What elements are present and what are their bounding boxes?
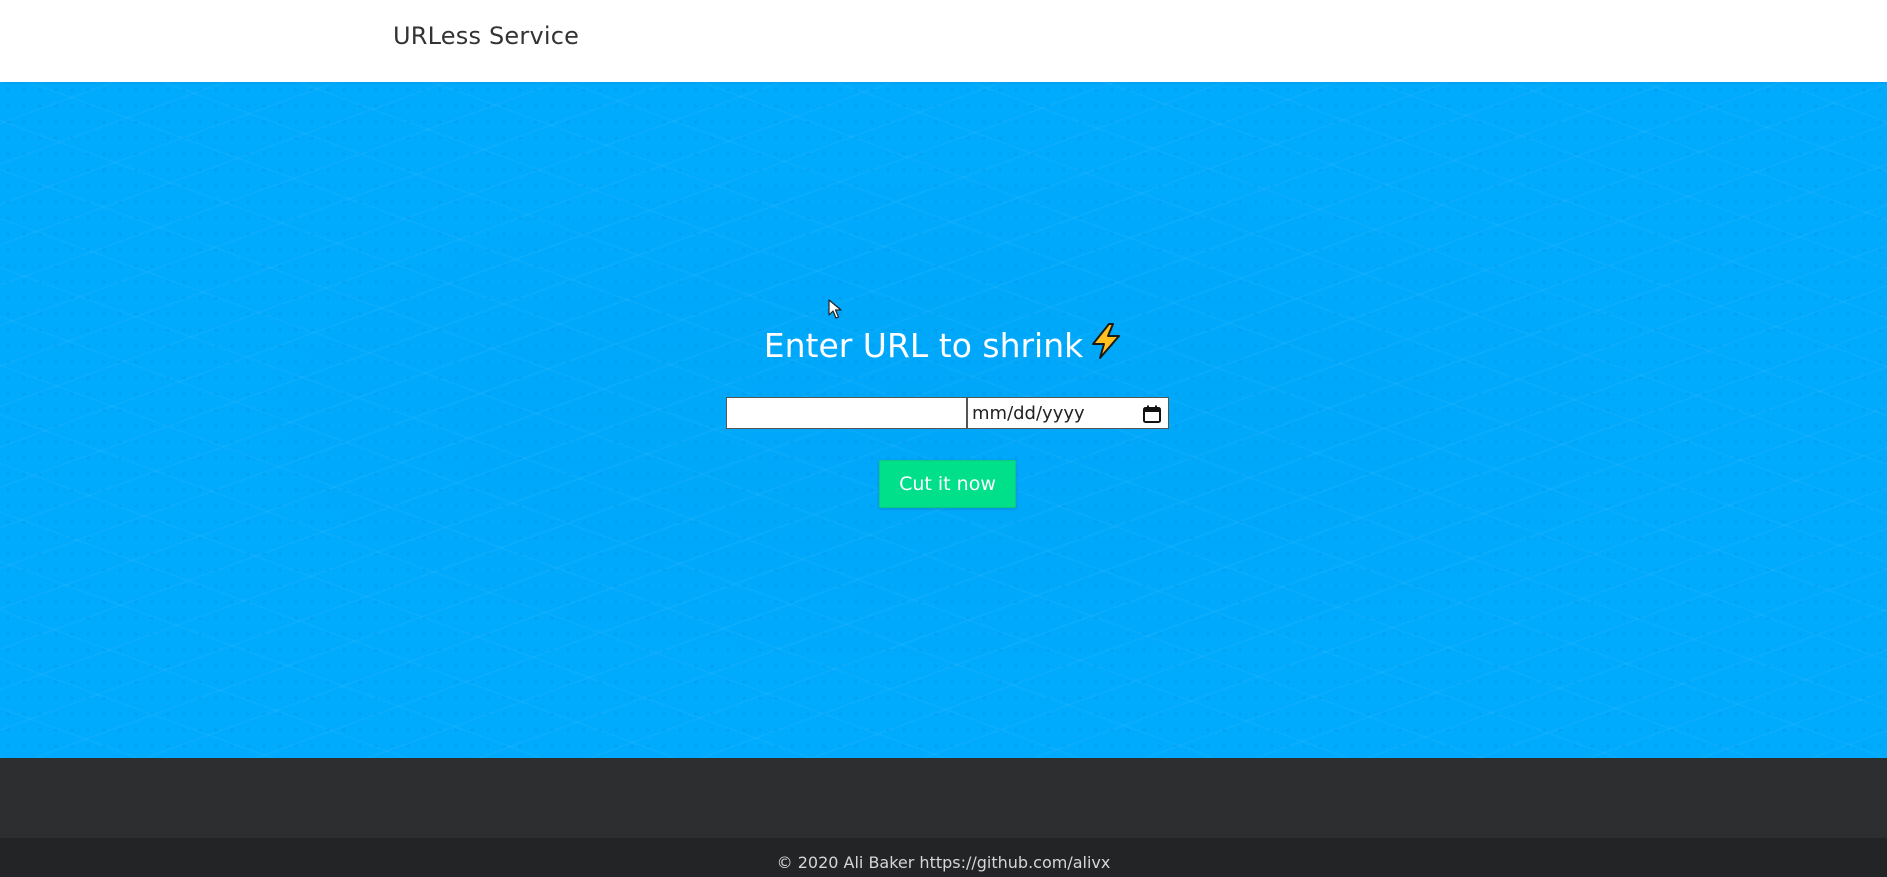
url-input[interactable]: [726, 397, 967, 429]
hero-section: Enter URL to shrink mm/dd/yyyy Cut it no…: [0, 82, 1887, 758]
hero-title: Enter URL to shrink: [0, 322, 1887, 367]
lightning-bolt-icon: [1089, 322, 1123, 367]
brand-link[interactable]: URLess Service: [393, 22, 579, 50]
footer-band: [0, 758, 1887, 838]
cut-it-now-button[interactable]: Cut it now: [879, 460, 1016, 508]
expiry-date-input[interactable]: mm/dd/yyyy: [967, 397, 1169, 429]
footer: © 2020 Ali Baker https://github.com/aliv…: [0, 838, 1887, 877]
calendar-icon[interactable]: [1142, 404, 1162, 424]
hero-title-text: Enter URL to shrink: [763, 326, 1084, 365]
date-placeholder: mm/dd/yyyy: [972, 403, 1085, 424]
mouse-cursor-icon: [828, 299, 842, 319]
copyright-text: © 2020 Ali Baker https://github.com/aliv…: [776, 853, 1111, 872]
navbar: URLess Service: [0, 0, 1887, 82]
